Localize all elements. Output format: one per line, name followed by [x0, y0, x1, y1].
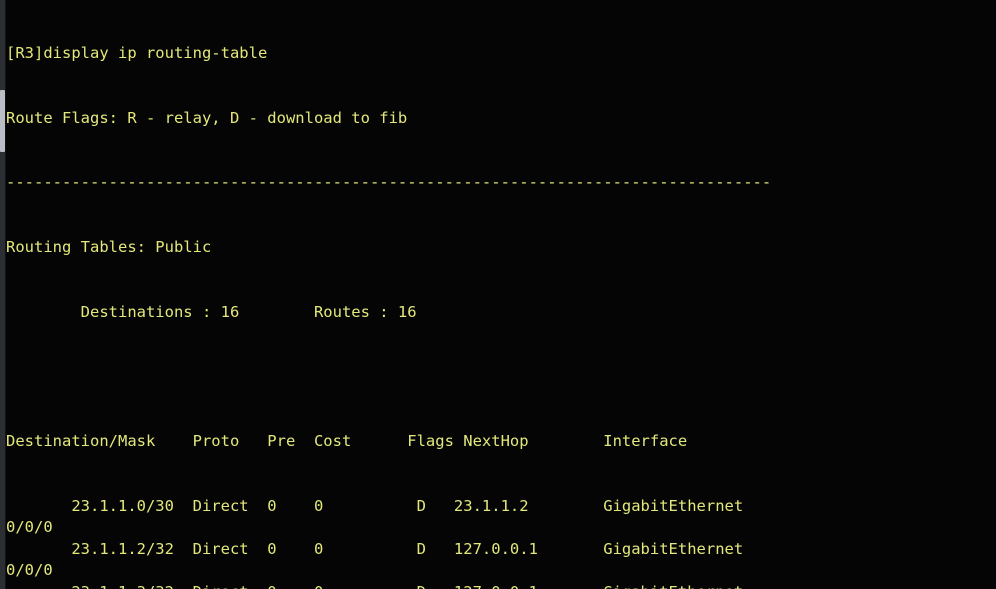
counts-summary: Destinations : 16 Routes : 16	[6, 302, 417, 321]
route-flags-legend: Route Flags: R - relay, D - download to …	[6, 108, 408, 127]
routing-table-row: 23.1.1.0/30 Direct 0 0 D 23.1.1.2 Gigabi…	[6, 496, 744, 515]
routing-table-row: 23.1.1.3/32 Direct 0 0 D 127.0.0.1 Gigab…	[6, 582, 996, 589]
routing-table-row: 23.1.1.2/32 Direct 0 0 D 127.0.0.1 Gigab…	[6, 539, 744, 558]
separator-rule: ----------------------------------------…	[6, 173, 772, 192]
prompt-line: [R3]display ip routing-table	[6, 44, 268, 63]
routing-tables-scope: Routing Tables: Public	[6, 238, 212, 257]
terminal-output-area[interactable]: [R3]display ip routing-table Route Flags…	[6, 0, 996, 589]
routing-table-row-wrap: 0/0/0	[6, 518, 53, 537]
terminal-window: [R3]display ip routing-table Route Flags…	[0, 0, 996, 589]
routing-table-rows: 23.1.1.0/30 Direct 0 0 D 23.1.1.2 Gigabi…	[6, 496, 996, 589]
table-header: Destination/Mask Proto Pre Cost Flags Ne…	[6, 431, 688, 450]
scrollbar-thumb[interactable]	[0, 90, 5, 152]
routing-table-row-wrap: 0/0/0	[6, 561, 53, 580]
